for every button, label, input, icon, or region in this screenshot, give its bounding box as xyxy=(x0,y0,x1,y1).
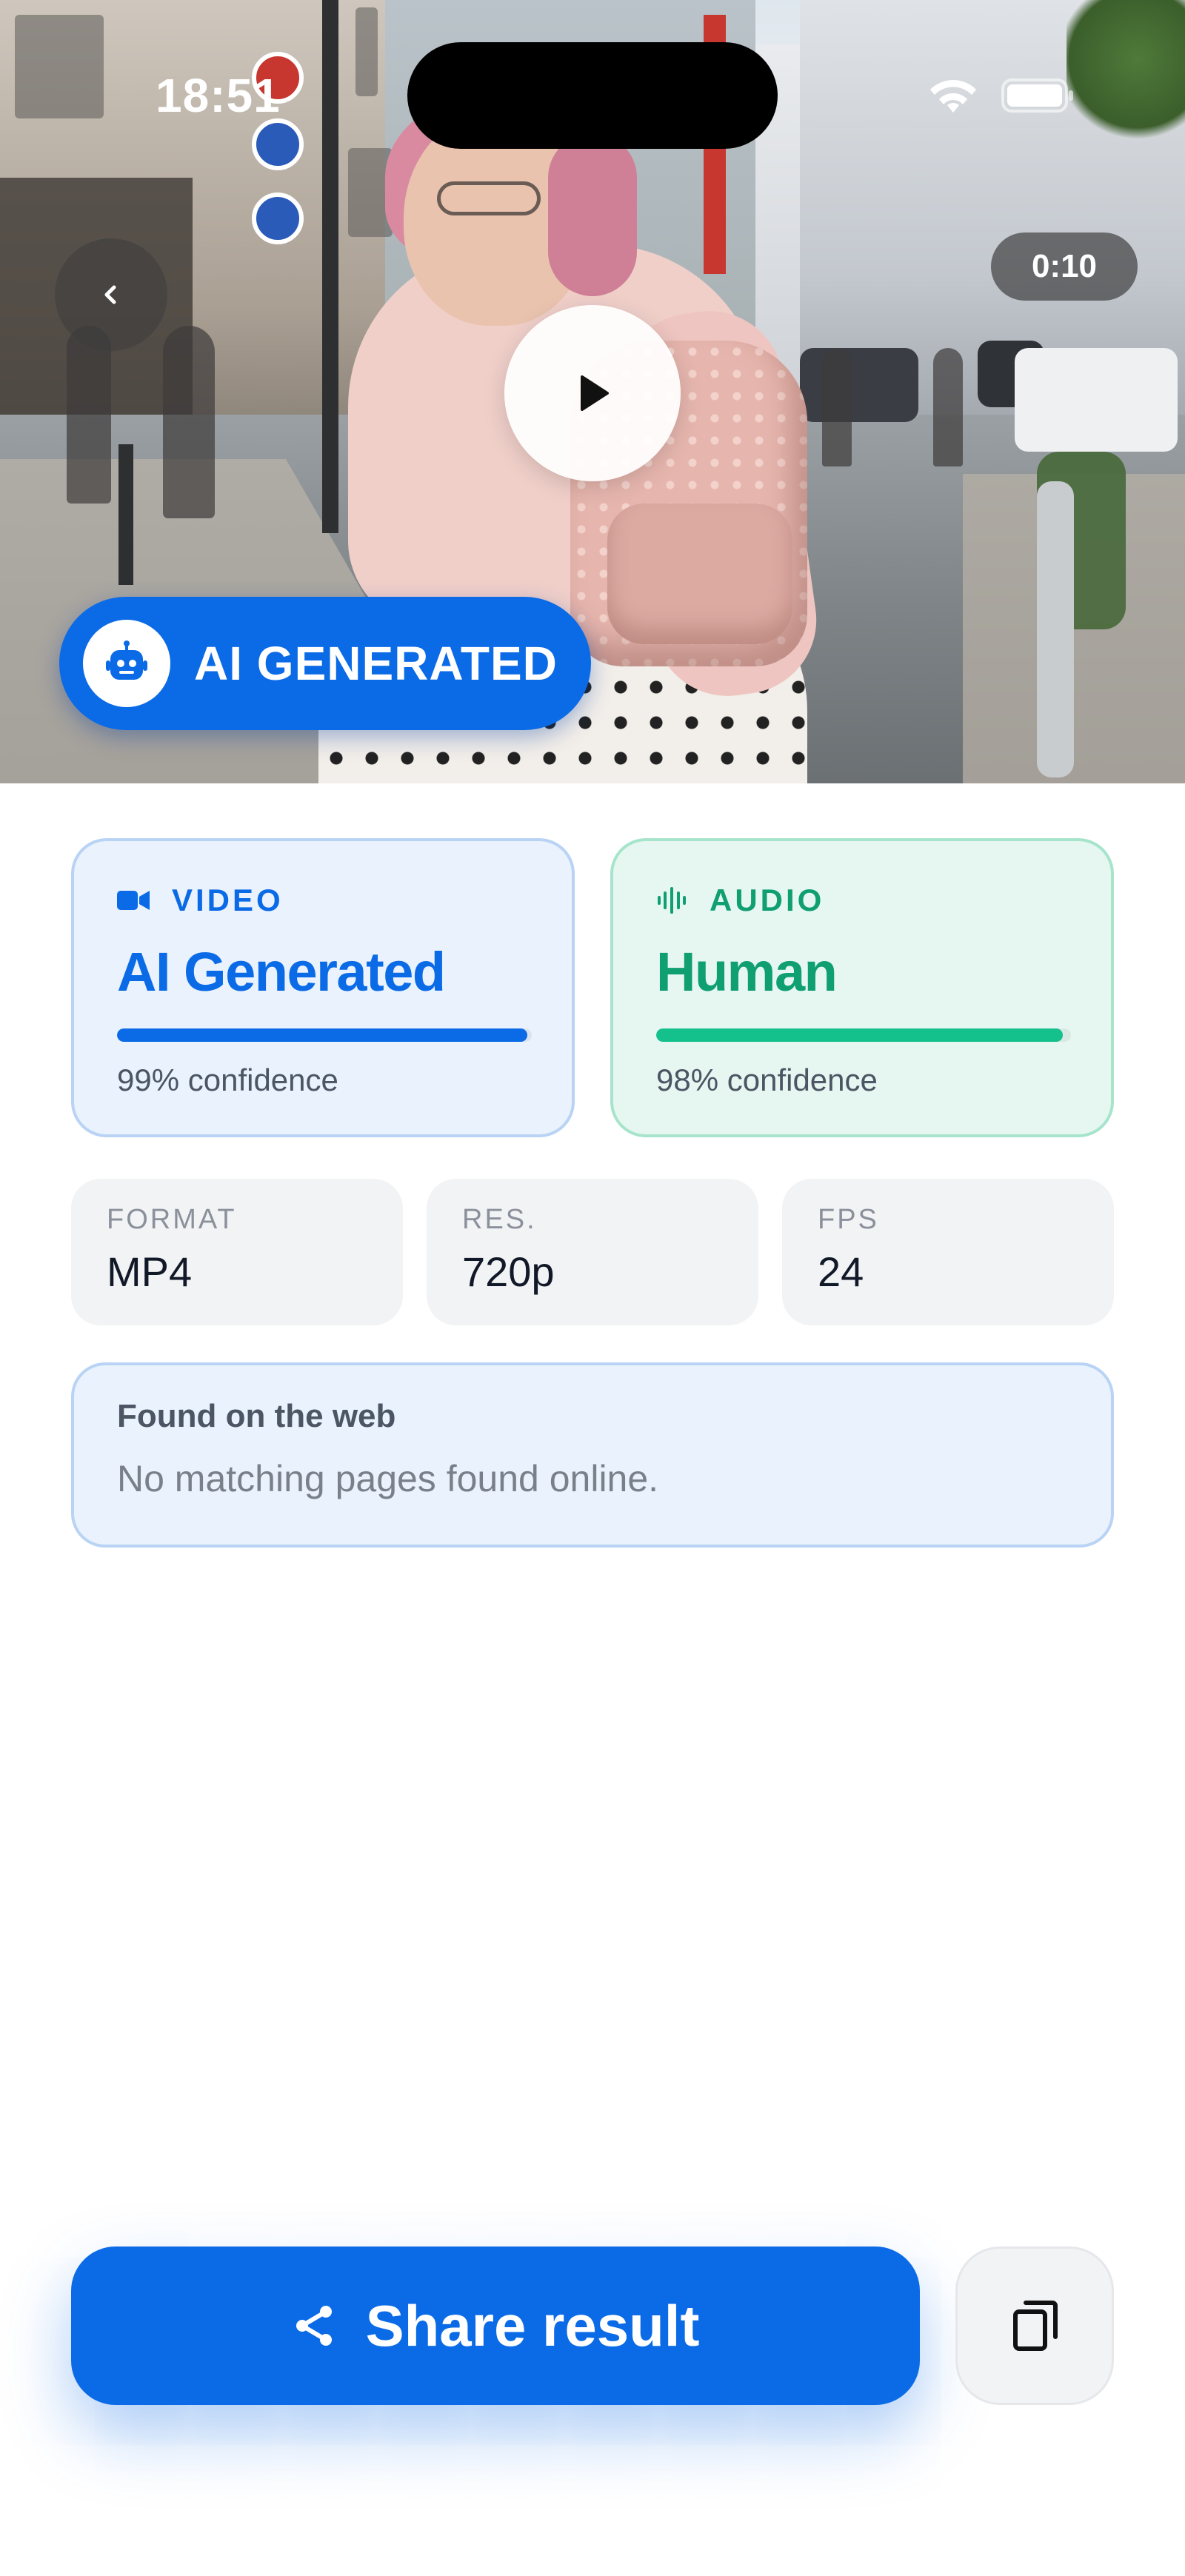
audio-confidence-fill xyxy=(656,1028,1063,1042)
audio-result-card: AUDIO Human 98% confidence xyxy=(610,838,1114,1137)
web-search-heading: Found on the web xyxy=(117,1398,396,1434)
audio-verdict: Human xyxy=(656,941,838,1003)
ai-generated-label: AI GENERATED xyxy=(194,637,558,690)
share-result-label: Share result xyxy=(365,2292,700,2358)
share-result-button[interactable]: Share result xyxy=(71,2247,920,2405)
video-confidence-fill xyxy=(117,1028,528,1042)
resolution-key: RES. xyxy=(462,1204,537,1235)
fps-key: FPS xyxy=(818,1204,879,1235)
web-search-panel: Found on the web No matching pages found… xyxy=(71,1362,1114,1548)
play-icon xyxy=(581,375,609,411)
fps-value: 24 xyxy=(818,1248,864,1295)
wifi-icon xyxy=(930,80,976,113)
format-tile: FORMAT MP4 xyxy=(71,1179,403,1325)
battery-icon xyxy=(1001,78,1073,113)
video-camera-icon xyxy=(117,891,150,910)
audio-kind: AUDIO xyxy=(656,883,1068,918)
video-verdict: AI Generated xyxy=(117,941,446,1003)
share-icon xyxy=(296,2306,332,2346)
audio-kind-label: AUDIO xyxy=(710,883,825,917)
web-search-result: No matching pages found online. xyxy=(117,1458,659,1499)
video-player[interactable]: 18:51 0:10 AI GENERATED xyxy=(0,0,1185,783)
resolution-tile: RES. 720p xyxy=(427,1179,758,1325)
resolution-value: 720p xyxy=(462,1248,555,1295)
audio-waveform-icon xyxy=(658,887,686,914)
audio-confidence-bar xyxy=(656,1028,1071,1042)
back-button[interactable] xyxy=(55,238,167,351)
video-kind-label: VIDEO xyxy=(172,883,284,917)
video-confidence: 99% confidence xyxy=(117,1063,338,1097)
video-confidence-bar xyxy=(117,1028,532,1042)
fps-tile: FPS 24 xyxy=(782,1179,1114,1325)
video-result-card: VIDEO AI Generated 99% confidence xyxy=(71,838,575,1137)
status-time: 18:51 xyxy=(156,69,281,122)
play-button[interactable] xyxy=(504,305,681,481)
duration-badge: 0:10 xyxy=(991,232,1138,301)
ai-generated-badge: AI GENERATED xyxy=(59,597,591,730)
copy-button[interactable] xyxy=(955,2247,1114,2405)
audio-confidence: 98% confidence xyxy=(656,1063,878,1097)
format-value: MP4 xyxy=(107,1248,193,1295)
copy-icon xyxy=(1013,2301,1058,2351)
robot-icon xyxy=(83,620,170,707)
back-chevron-icon xyxy=(104,285,116,304)
format-key: FORMAT xyxy=(107,1204,237,1235)
dynamic-island xyxy=(407,42,778,149)
video-kind: VIDEO xyxy=(117,883,529,918)
